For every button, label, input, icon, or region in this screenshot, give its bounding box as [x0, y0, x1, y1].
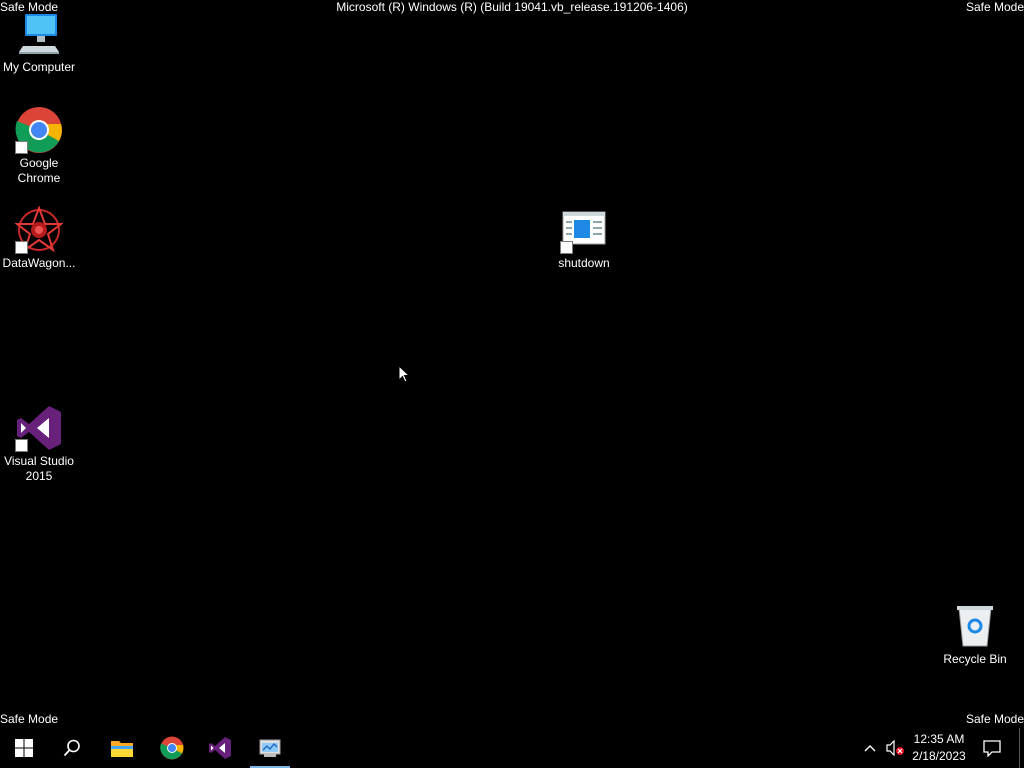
shortcut-arrow-icon [15, 141, 28, 154]
clock-date: 2/18/2023 [912, 749, 966, 763]
chrome-icon [15, 106, 63, 154]
desktop-icon-google-chrome[interactable]: Google Chrome [1, 106, 77, 186]
clock-time: 12:35 AM [913, 732, 965, 746]
desktop-icon-my-computer[interactable]: My Computer [1, 10, 77, 75]
mouse-cursor-icon [398, 365, 411, 383]
desktop-icon-label: My Computer [2, 60, 76, 74]
taskbar: 12:35 AM 2/18/2023 [0, 728, 1024, 768]
desktop-icon-label: Visual Studio 2015 [4, 454, 74, 483]
show-desktop-button[interactable] [1019, 728, 1020, 768]
safe-mode-label-bottom-left: Safe Mode [0, 712, 59, 726]
desktop-icon-shutdown[interactable]: shutdown [546, 206, 622, 271]
start-button[interactable] [0, 728, 48, 768]
volume-button[interactable] [882, 728, 908, 768]
show-hidden-icons-button[interactable] [858, 728, 882, 768]
desktop-icon-label: shutdown [558, 256, 610, 270]
visual-studio-icon [209, 737, 231, 759]
clock[interactable]: 12:35 AM 2/18/2023 [908, 728, 970, 768]
visual-studio-icon [15, 404, 63, 452]
desktop-icon-recycle-bin[interactable]: Recycle Bin [937, 602, 1013, 667]
search-icon [63, 739, 80, 757]
chevron-up-icon [864, 745, 876, 752]
chrome-icon [160, 736, 184, 760]
datawagon-icon [14, 205, 64, 254]
taskbar-visual-studio[interactable] [196, 728, 244, 768]
volume-muted-icon [886, 740, 904, 756]
desktop-icon-label: Recycle Bin [943, 652, 1007, 666]
shortcut-arrow-icon [560, 241, 573, 254]
desktop-icon-datawagon[interactable]: DataWagon... [1, 205, 77, 271]
desktop-icon-label: Google Chrome [17, 156, 61, 185]
recycle-bin-icon [951, 602, 999, 650]
app-window-icon [259, 739, 281, 757]
shortcut-arrow-icon [15, 439, 28, 452]
computer-icon [15, 10, 63, 58]
notification-icon [983, 740, 1001, 757]
taskbar-file-explorer[interactable] [98, 728, 146, 768]
folder-icon [111, 741, 133, 757]
action-center-button[interactable] [976, 728, 1008, 768]
taskbar-active-app[interactable] [246, 728, 294, 768]
window-app-icon [560, 206, 608, 254]
windows-logo-icon [15, 739, 33, 757]
taskbar-chrome[interactable] [148, 728, 196, 768]
search-button[interactable] [48, 728, 96, 768]
desktop-icon-visual-studio[interactable]: Visual Studio 2015 [1, 404, 77, 484]
shortcut-arrow-icon [15, 241, 28, 254]
desktop-icon-label: DataWagon... [2, 256, 76, 270]
safe-mode-label-bottom-right: Safe Mode [965, 712, 1024, 726]
windows-build-string: Microsoft (R) Windows (R) (Build 19041.v… [336, 0, 688, 14]
